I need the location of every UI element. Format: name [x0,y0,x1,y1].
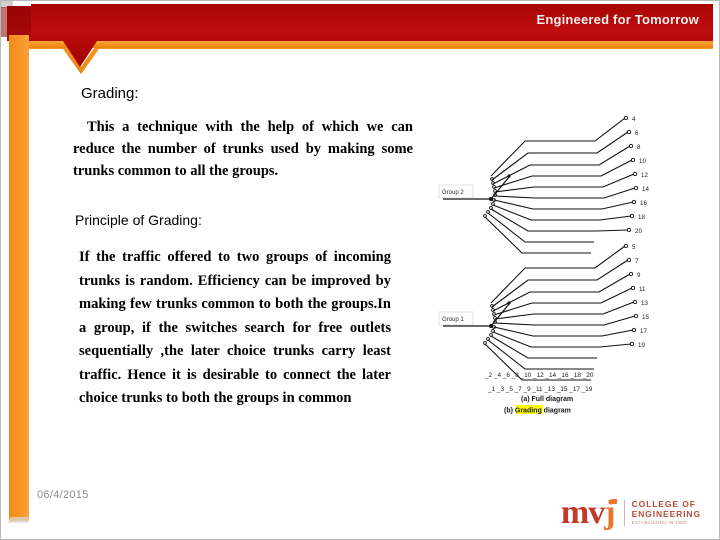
diagram-caption-b: (b) Grading diagram [504,408,571,415]
svg-text:8: 8 [637,144,641,151]
svg-text:13: 13 [641,300,648,307]
logo-dot-icon [611,499,617,504]
section-title-principle: Principle of Grading: [75,212,202,229]
svg-text:10: 10 [639,158,646,165]
svg-text:18: 18 [638,214,645,221]
svg-text:5: 5 [632,244,636,251]
svg-text:17: 17 [640,328,647,335]
svg-text:12: 12 [641,172,648,179]
left-accent-bar-foot [7,517,31,523]
paragraph-principle-of-grading: If the traffic offered to two groups of … [79,249,391,406]
header-tagline: Engineered for Tomorrow [536,12,699,27]
grading-row-odd: _1 _3 _5 _7 _9 _11 _13 _15 _17 _19 [487,386,593,393]
svg-text:4: 4 [632,116,636,123]
svg-text:19: 19 [638,342,645,349]
slide-date: 06/4/2015 [37,489,89,501]
mvj-logo: mvj COLLEGE OF ENGINEERING ESTABLISHED I… [561,493,701,533]
svg-text:14: 14 [642,186,649,193]
mvj-logo-text: COLLEGE OF ENGINEERING ESTABLISHED IN 19… [623,500,701,526]
group2-label: Group 2 [442,190,464,196]
page-title: Grading: [81,85,139,102]
logo-letter-m: m [560,494,589,531]
logo-line-established: ESTABLISHED IN 1982 [631,520,687,526]
svg-text:15: 15 [642,314,649,321]
svg-text:11: 11 [639,286,646,293]
svg-text:6: 6 [635,130,639,137]
group1-switch-tip [507,301,511,305]
logo-line-engineering: ENGINEERING [631,508,701,519]
logo-letter-v: v [588,494,605,531]
content-column: Grading: This a technique with the help … [73,85,413,410]
svg-text:7: 7 [635,258,639,265]
paragraph-grading-definition: This a technique with the help of which … [73,119,413,180]
group1-label: Group 1 [442,317,464,323]
group2-switch-tip [507,174,511,178]
mvj-wordmark: mvj [561,496,617,530]
svg-text:16: 16 [640,200,647,207]
grading-diagram-rows: _2 _4 _6 _8 _10 _12 _14 _16 _18 _20 _1 _… [485,372,594,415]
slide: Engineered for Tomorrow Grading: This a … [0,0,720,540]
slide-header: Engineered for Tomorrow [1,1,719,77]
grading-row-even: _2 _4 _6 _8 _10 _12 _14 _16 _18 _20 [485,372,594,379]
left-accent-bar [9,35,29,521]
svg-text:9: 9 [637,272,641,279]
svg-text:20: 20 [635,228,642,235]
